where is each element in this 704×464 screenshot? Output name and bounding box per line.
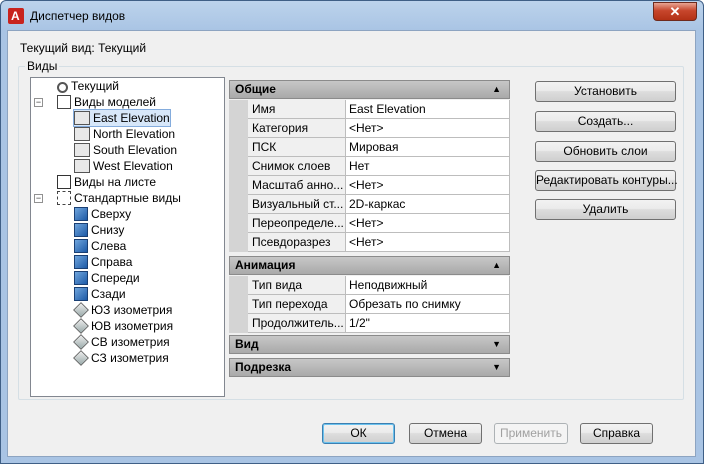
preset-views-icon: [57, 191, 71, 205]
collapse-up-icon: ▲: [492, 84, 501, 94]
tree-item-model-3[interactable]: West Elevation: [74, 158, 173, 174]
cube-back-icon: [74, 287, 88, 301]
iso-ne-icon: [73, 334, 89, 350]
iso-se-icon: [73, 318, 89, 334]
edit-boundaries-button[interactable]: Редактировать контуры...: [535, 170, 678, 191]
tree-item-preset-9[interactable]: СЗ изометрия: [73, 350, 169, 366]
magnifier-icon: [57, 82, 68, 93]
collapse-up-icon: ▲: [492, 260, 501, 270]
cube-bottom-icon: [74, 223, 88, 237]
close-button[interactable]: ✕: [653, 2, 697, 21]
prop-row-visual-style[interactable]: Визуальный ст... 2D-каркас: [229, 195, 510, 214]
tree-item-model-1[interactable]: North Elevation: [74, 126, 175, 142]
tree-item-preset-2[interactable]: Слева: [74, 238, 126, 254]
tree-item-preset-8[interactable]: СВ изометрия: [73, 334, 170, 350]
cube-left-icon: [74, 239, 88, 253]
autocad-logo-icon: A: [8, 8, 24, 24]
tree-item-model-0[interactable]: East Elevation: [73, 109, 171, 127]
prop-row-name[interactable]: Имя East Elevation: [229, 100, 510, 119]
cube-top-icon: [74, 207, 88, 221]
window-title: Диспетчер видов: [30, 9, 126, 23]
prop-row-duration[interactable]: Продолжитель... 1/2": [229, 314, 510, 333]
expand-down-icon: ▼: [492, 362, 501, 372]
current-view-label: Текущий вид: Текущий: [20, 41, 147, 55]
tree-item-preset-0[interactable]: Сверху: [74, 206, 131, 222]
tree-item-preset-6[interactable]: ЮЗ изометрия: [73, 302, 172, 318]
cube-front-icon: [74, 271, 88, 285]
tree-item-model-2[interactable]: South Elevation: [74, 142, 177, 158]
layout-sheet-icon: [57, 175, 71, 189]
expand-down-icon: ▼: [492, 339, 501, 349]
camera-view-icon: [74, 111, 90, 125]
camera-view-icon: [74, 159, 90, 173]
prop-row-live-section[interactable]: Псевдоразрез <Нет>: [229, 233, 510, 252]
model-views-icon: [57, 95, 71, 109]
views-group-label: Виды: [25, 59, 60, 73]
tree-item-preset-4[interactable]: Спереди: [74, 270, 140, 286]
section-animation[interactable]: Анимация ▲: [229, 256, 510, 275]
expand-model-views[interactable]: −: [34, 98, 43, 107]
set-current-button[interactable]: Установить: [535, 81, 676, 102]
tree-item-preset-1[interactable]: Снизу: [74, 222, 124, 238]
section-general[interactable]: Общие ▲: [229, 80, 510, 99]
iso-sw-icon: [73, 302, 89, 318]
prop-row-annotation-scale[interactable]: Масштаб анно... <Нет>: [229, 176, 510, 195]
apply-button[interactable]: Применить: [494, 423, 568, 444]
prop-row-ucs[interactable]: ПСК Мировая: [229, 138, 510, 157]
tree-item-preset-views[interactable]: Стандартные виды: [57, 190, 181, 206]
iso-nw-icon: [73, 350, 89, 366]
cube-right-icon: [74, 255, 88, 269]
tree-item-current[interactable]: Текущий: [57, 78, 119, 94]
tree-item-preset-3[interactable]: Справа: [74, 254, 132, 270]
tree-item-layout-views[interactable]: Виды на листе: [57, 174, 156, 190]
new-view-button[interactable]: Создать...: [535, 111, 676, 132]
help-button[interactable]: Справка: [580, 423, 653, 444]
delete-button[interactable]: Удалить: [535, 199, 676, 220]
tree-item-preset-5[interactable]: Сзади: [74, 286, 126, 302]
prop-row-override[interactable]: Переопределе... <Нет>: [229, 214, 510, 233]
section-clipping[interactable]: Подрезка ▼: [229, 358, 510, 377]
prop-row-view-type[interactable]: Тип вида Неподвижный: [229, 276, 510, 295]
ok-button[interactable]: ОК: [322, 423, 395, 444]
prop-row-category[interactable]: Категория <Нет>: [229, 119, 510, 138]
section-view[interactable]: Вид ▼: [229, 335, 510, 354]
prop-row-layer-snapshot[interactable]: Снимок слоев Нет: [229, 157, 510, 176]
prop-row-transition-type[interactable]: Тип перехода Обрезать по снимку: [229, 295, 510, 314]
title-bar: A Диспетчер видов ✕: [1, 1, 703, 31]
tree-item-model-views[interactable]: Виды моделей: [57, 94, 156, 110]
camera-view-icon: [74, 127, 90, 141]
cancel-button[interactable]: Отмена: [409, 423, 482, 444]
camera-view-icon: [74, 143, 90, 157]
tree-item-preset-7[interactable]: ЮВ изометрия: [73, 318, 173, 334]
update-layers-button[interactable]: Обновить слои: [535, 141, 676, 162]
expand-preset-views[interactable]: −: [34, 194, 43, 203]
